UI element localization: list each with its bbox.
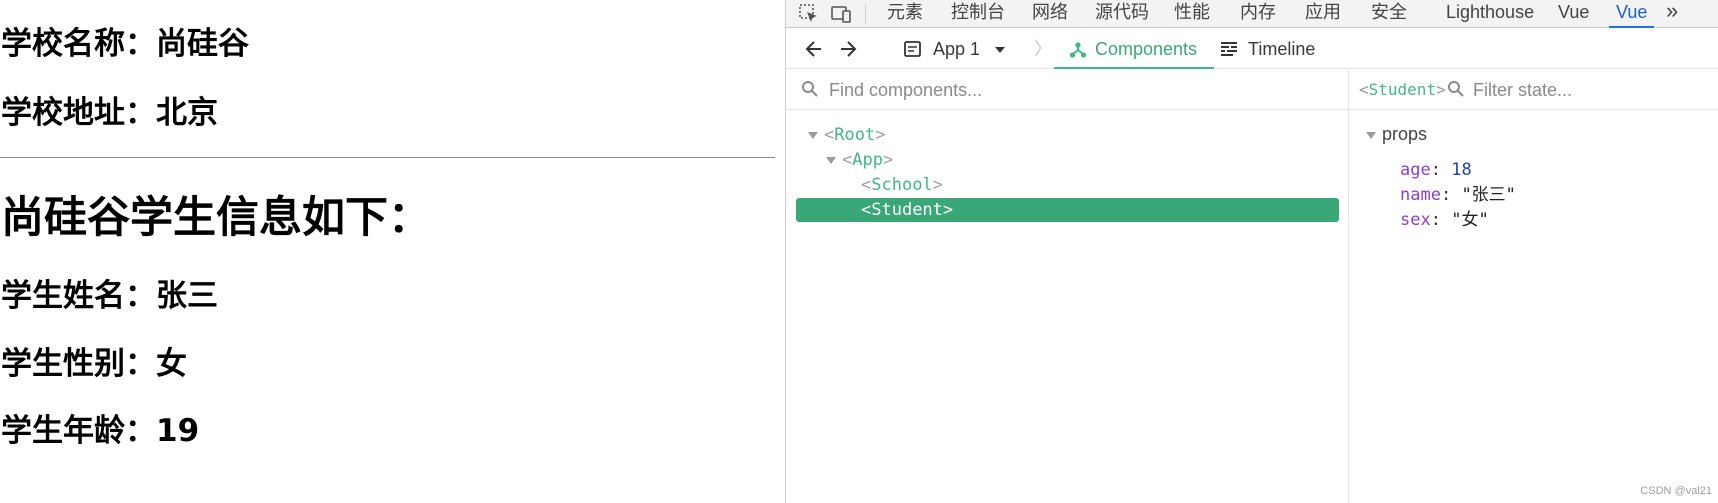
prop-value[interactable]: "女" bbox=[1451, 210, 1488, 230]
student-heading: 尚硅谷学生信息如下： bbox=[1, 193, 431, 243]
forward-arrow-icon[interactable] bbox=[838, 29, 864, 69]
prop-row-sex: sex: "女" bbox=[1400, 210, 1489, 230]
tree-node-label: School bbox=[871, 175, 933, 195]
prop-value[interactable]: "张三" bbox=[1461, 185, 1515, 205]
horizontal-rule bbox=[0, 157, 775, 158]
tree-node-label: Student bbox=[871, 200, 943, 220]
component-search-row bbox=[786, 70, 1348, 110]
device-toolbar-icon[interactable] bbox=[830, 3, 852, 25]
prop-row-age: age: 18 bbox=[1400, 160, 1472, 180]
prop-key: sex bbox=[1400, 210, 1431, 230]
tab-timeline[interactable]: Timeline bbox=[1248, 29, 1315, 69]
devtools-tabbar: 元素 控制台 网络 源代码 性能 内存 应用 安全 Lighthouse Vue… bbox=[786, 0, 1718, 28]
back-arrow-icon[interactable] bbox=[804, 29, 830, 69]
tree-node-app[interactable]: <App> bbox=[826, 148, 893, 172]
caret-down-icon[interactable] bbox=[826, 156, 836, 164]
component-search-input[interactable] bbox=[829, 77, 1329, 103]
components-icon bbox=[1069, 42, 1087, 58]
state-inspector-pane: <Student> props age: 18 name: "张三" sex: … bbox=[1349, 70, 1718, 503]
timeline-icon bbox=[1219, 29, 1241, 69]
devtools-panel: 元素 控制台 网络 源代码 性能 内存 应用 安全 Lighthouse Vue… bbox=[785, 0, 1718, 503]
search-icon bbox=[801, 80, 819, 102]
tree-node-school[interactable]: <School> bbox=[861, 173, 943, 197]
tab-components[interactable]: Components bbox=[1054, 29, 1215, 69]
tab-performance[interactable]: 性能 bbox=[1174, 0, 1210, 28]
tab-lighthouse[interactable]: Lighthouse bbox=[1446, 0, 1534, 28]
breadcrumb-chevron-icon: 〉 bbox=[1034, 39, 1052, 59]
tab-network[interactable]: 网络 bbox=[1032, 0, 1068, 28]
inspect-element-icon[interactable] bbox=[798, 3, 820, 25]
selected-component-name: <Student> bbox=[1359, 80, 1446, 99]
app-icon bbox=[903, 29, 925, 69]
tree-node-label: App bbox=[852, 150, 883, 170]
tree-node-label: Root bbox=[834, 125, 876, 145]
app-select[interactable]: App 1 bbox=[933, 29, 980, 69]
caret-down-icon[interactable] bbox=[1366, 131, 1376, 139]
tab-vue[interactable]: Vue bbox=[1558, 0, 1589, 28]
tab-application[interactable]: 应用 bbox=[1305, 0, 1341, 28]
tab-console[interactable]: 控制台 bbox=[951, 0, 1005, 28]
tab-elements[interactable]: 元素 bbox=[887, 0, 923, 28]
prop-row-name: name: "张三" bbox=[1400, 185, 1516, 205]
student-age: 学生年龄：19 bbox=[1, 413, 200, 449]
school-name: 学校名称：尚硅谷 bbox=[1, 26, 249, 62]
search-icon bbox=[1447, 80, 1465, 102]
school-address: 学校地址：北京 bbox=[1, 95, 218, 131]
state-filter-input[interactable] bbox=[1473, 77, 1703, 103]
prop-key: age bbox=[1400, 160, 1431, 180]
vue-toolbar: App 1 〉 Components Timeline bbox=[786, 29, 1718, 69]
components-label: Components bbox=[1095, 39, 1198, 59]
tab-vue-active[interactable]: Vue bbox=[1609, 0, 1655, 28]
tab-separator bbox=[865, 4, 866, 24]
tree-node-student[interactable]: <Student> bbox=[796, 198, 1339, 222]
props-section-label: props bbox=[1382, 124, 1428, 144]
tab-memory[interactable]: 内存 bbox=[1240, 0, 1276, 28]
component-tree-pane: <Root> <App> <School> <Student> bbox=[786, 70, 1349, 503]
state-filter-row: <Student> bbox=[1349, 70, 1718, 110]
tree-node-root[interactable]: <Root> bbox=[808, 123, 885, 147]
tab-sources[interactable]: 源代码 bbox=[1095, 0, 1149, 28]
watermark: CSDN @val21 bbox=[1640, 485, 1712, 497]
student-gender: 学生性别：女 bbox=[1, 346, 187, 382]
student-name: 学生姓名：张三 bbox=[1, 278, 218, 314]
chevron-down-icon[interactable] bbox=[993, 29, 1009, 69]
selected-component-label: Student bbox=[1368, 80, 1437, 99]
props-section-header[interactable]: props bbox=[1366, 122, 1427, 146]
prop-value[interactable]: 18 bbox=[1451, 160, 1471, 180]
prop-key: name bbox=[1400, 185, 1441, 205]
more-tabs-icon[interactable]: » bbox=[1666, 0, 1678, 28]
app-page: 学校名称：尚硅谷 学校地址：北京 尚硅谷学生信息如下： 学生姓名：张三 学生性别… bbox=[0, 0, 785, 503]
caret-down-icon[interactable] bbox=[808, 131, 818, 139]
tab-security[interactable]: 安全 bbox=[1371, 0, 1407, 28]
